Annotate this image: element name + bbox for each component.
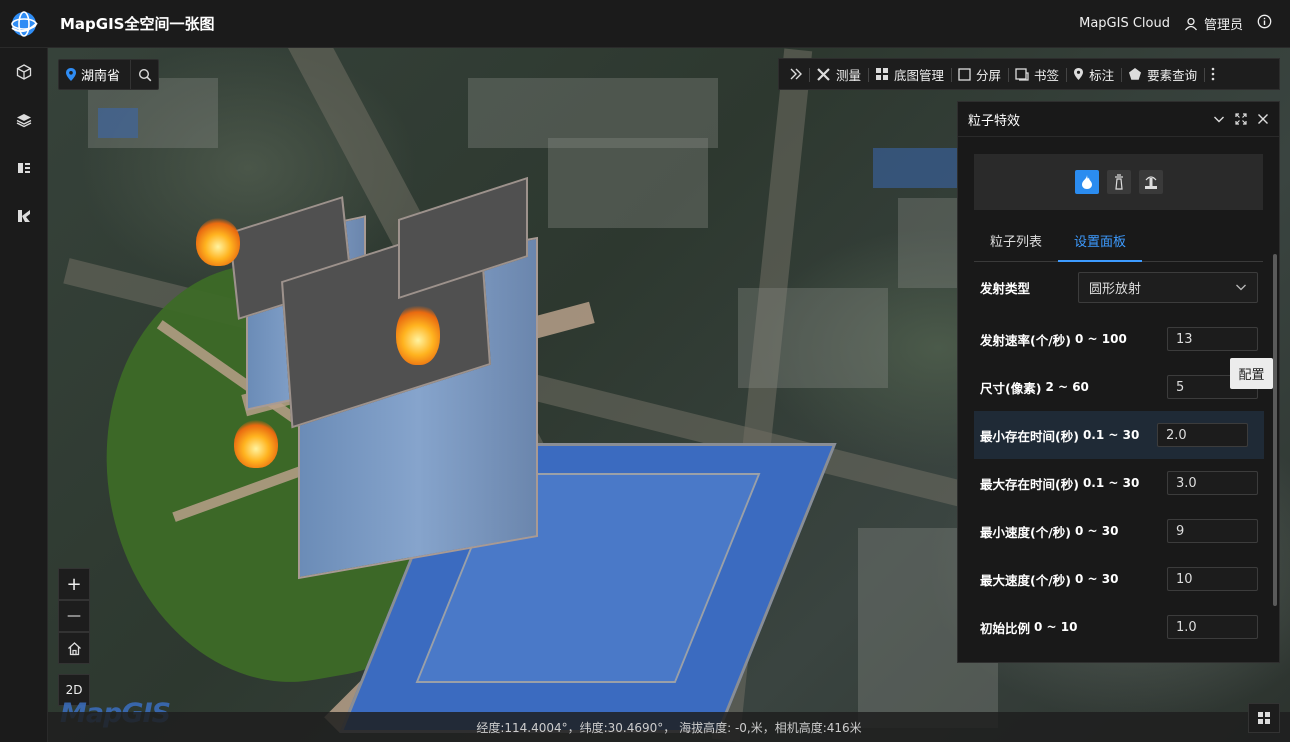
user-icon	[1184, 17, 1197, 30]
bookmark-icon	[1015, 67, 1029, 81]
sidebar-model-button[interactable]	[0, 48, 48, 96]
fountain-effect-button[interactable]	[1138, 170, 1163, 194]
chevron-down-icon[interactable]	[1213, 113, 1225, 125]
list-panel-icon	[18, 163, 30, 173]
max-lifetime-input[interactable]: 3.0	[1167, 471, 1258, 495]
sidebar-layers-button[interactable]	[0, 96, 48, 144]
initial-scale-row: 初始比例 0 ~ 10 1.0	[974, 603, 1264, 649]
min-speed-row: 最小速度(个/秒) 0 ~ 30 9	[974, 507, 1264, 555]
layer-list-button[interactable]	[1248, 703, 1280, 733]
smoke-effect-button[interactable]	[1106, 170, 1131, 194]
user-name: 管理员	[1203, 18, 1243, 33]
sidebar-list-button[interactable]	[0, 144, 48, 192]
fire-effect-button[interactable]	[1074, 170, 1099, 194]
k-logo-icon	[18, 210, 30, 222]
toolbar-basemap[interactable]: 底图管理	[868, 59, 951, 89]
emit-type-row: 发射类型 圆形放射	[974, 259, 1264, 315]
measure-icon	[817, 67, 830, 81]
emit-type-label: 发射类型	[980, 280, 1031, 296]
coordinate-status-bar: 经度:114.4004°，纬度:30.4690°， 海拔高度: -0,米，相机高…	[48, 712, 1290, 742]
close-icon[interactable]	[1257, 113, 1269, 125]
pentagon-icon	[1129, 68, 1142, 80]
home-icon	[67, 641, 81, 655]
layers-icon	[16, 114, 32, 128]
config-tooltip[interactable]: 配置	[1230, 358, 1273, 389]
effect-type-bar	[974, 154, 1263, 210]
chimney-icon	[1114, 174, 1123, 190]
emit-rate-row: 发射速率(个/秒) 0 ~ 100 13	[974, 315, 1264, 363]
app-title: MapGIS全空间一张图	[60, 15, 215, 33]
fountain-icon	[1144, 176, 1157, 189]
toolbar-more-button[interactable]	[1204, 59, 1222, 89]
expand-icon[interactable]	[1235, 113, 1247, 125]
home-button[interactable]	[58, 632, 90, 664]
fire-particle-3	[234, 420, 278, 468]
tab-particle-list[interactable]: 粒子列表	[974, 220, 1058, 261]
chevron-down-icon	[1236, 284, 1246, 291]
info-icon[interactable]	[1257, 14, 1272, 33]
fire-particle-2	[396, 303, 440, 365]
zoom-in-button[interactable]: +	[58, 568, 90, 600]
initial-scale-input[interactable]: 1.0	[1167, 615, 1258, 639]
globe-logo-icon[interactable]	[0, 0, 48, 48]
coordinate-readout: 经度:114.4004°，纬度:30.4690°， 海拔高度: -0,米，相机高…	[476, 720, 862, 735]
toolbar-measure[interactable]: 测量	[809, 59, 868, 89]
max-speed-input[interactable]: 10	[1167, 567, 1258, 591]
map-toolbar: 测量 底图管理 分屏 书签 标注 要素查询	[778, 58, 1280, 90]
split-icon	[958, 67, 971, 81]
fire-particle-1	[196, 218, 240, 266]
toolbar-annotate[interactable]: 标注	[1066, 59, 1121, 89]
grid-list-icon	[1258, 712, 1270, 724]
toolbar-bookmark[interactable]: 书签	[1008, 59, 1066, 89]
pin-icon	[1074, 68, 1084, 80]
location-pin-icon	[66, 68, 76, 81]
tab-settings-panel[interactable]: 设置面板	[1058, 220, 1143, 262]
app-header: MapGIS全空间一张图 MapGIS Cloud 管理员	[0, 0, 1290, 48]
cube-icon	[16, 64, 32, 80]
double-chevron-right-icon	[790, 68, 802, 80]
max-lifetime-row: 最大存在时间(秒) 0.1 ~ 30 3.0	[974, 459, 1264, 507]
min-speed-input[interactable]: 9	[1167, 519, 1258, 543]
settings-form: 发射类型 圆形放射 发射速率(个/秒) 0 ~ 100 13 尺寸(像素) 2 …	[974, 259, 1264, 649]
grid-icon	[876, 68, 889, 80]
zoom-out-button[interactable]: —	[58, 600, 90, 632]
emit-rate-input[interactable]: 13	[1167, 327, 1258, 351]
panel-scrollbar[interactable]	[1273, 254, 1277, 606]
region-name: 湖南省	[81, 69, 121, 84]
user-menu[interactable]: 管理员	[1184, 14, 1243, 33]
toolbar-feature-query[interactable]: 要素查询	[1121, 59, 1204, 89]
flame-icon	[1081, 175, 1092, 189]
region-selector[interactable]: 湖南省	[58, 59, 160, 90]
more-vertical-icon	[1211, 67, 1215, 81]
sidebar-k-button[interactable]	[0, 192, 48, 240]
min-lifetime-input[interactable]: 2.0	[1157, 423, 1248, 447]
max-speed-row: 最大速度(个/秒) 0 ~ 30 10	[974, 555, 1264, 603]
left-sidebar	[0, 48, 48, 742]
min-lifetime-row: 最小存在时间(秒) 0.1 ~ 30 2.0	[974, 411, 1264, 459]
toolbar-split-screen[interactable]: 分屏	[951, 59, 1008, 89]
panel-title: 粒子特效	[968, 113, 1021, 129]
panel-tabs: 粒子列表 设置面板	[974, 220, 1263, 262]
emit-type-select[interactable]: 圆形放射	[1078, 271, 1258, 303]
toolbar-collapse-button[interactable]	[783, 59, 809, 89]
search-button[interactable]	[130, 60, 158, 89]
cloud-link[interactable]: MapGIS Cloud	[1079, 16, 1170, 31]
search-icon	[138, 68, 151, 81]
size-row: 尺寸(像素) 2 ~ 60 5	[974, 363, 1264, 411]
